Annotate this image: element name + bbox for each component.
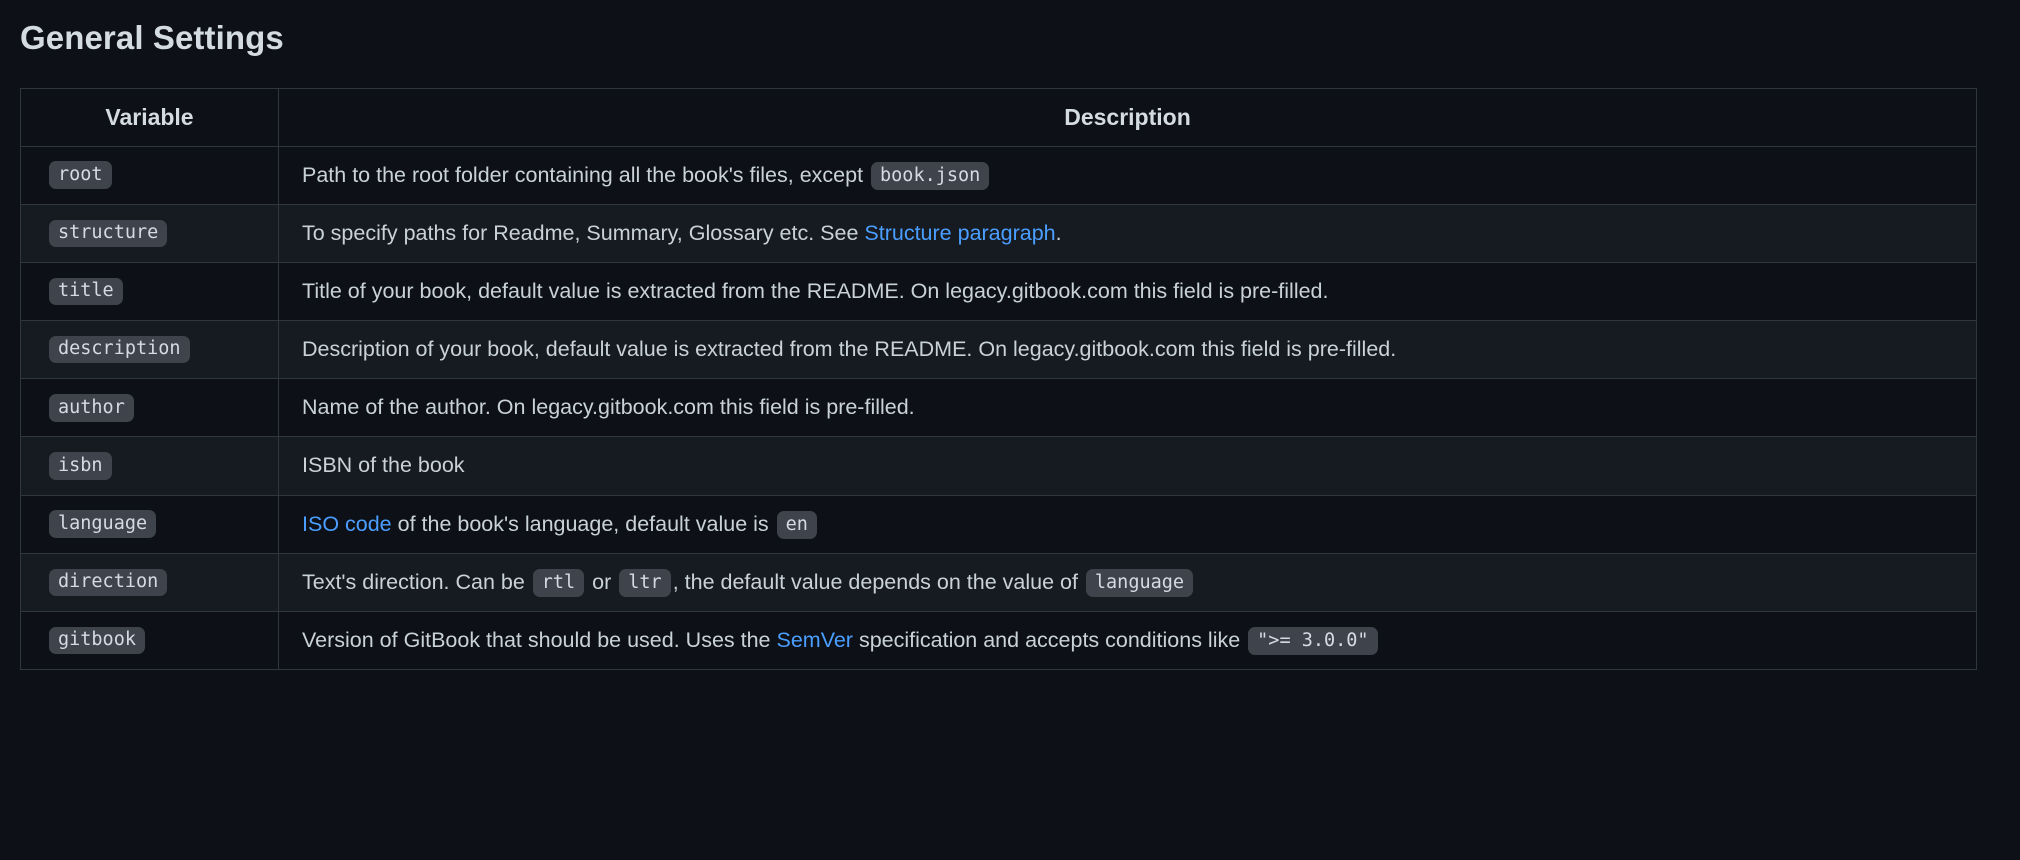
table-row: gitbook Version of GitBook that should be…	[21, 611, 1977, 669]
variable-cell: language	[21, 495, 279, 553]
description-text: Name of the author. On legacy.gitbook.co…	[302, 395, 915, 419]
variable-code-chip: direction	[49, 569, 167, 597]
variable-cell: gitbook	[21, 611, 279, 669]
table-row: direction Text's direction. Can be rtl or…	[21, 553, 1977, 611]
variable-cell: structure	[21, 204, 279, 262]
table-row: author Name of the author. On legacy.gitb…	[21, 379, 1977, 437]
description-text: Text's direction. Can be	[302, 570, 531, 594]
description-cell: ISBN of the book	[279, 437, 1977, 495]
variable-code-chip: description	[49, 336, 190, 364]
description-text: ISBN of the book	[302, 453, 465, 477]
page-container: General Settings Variable Description ro…	[0, 0, 2020, 670]
description-cell: Version of GitBook that should be used. …	[279, 611, 1977, 669]
column-header-description: Description	[279, 88, 1977, 146]
inline-code-chip: book.json	[871, 162, 989, 190]
description-text: Description of your book, default value …	[302, 337, 1396, 361]
table-header: Variable Description	[21, 88, 1977, 146]
variable-code-chip: gitbook	[49, 627, 145, 655]
column-header-variable: Variable	[21, 88, 279, 146]
description-text: Version of GitBook that should be used. …	[302, 628, 776, 652]
description-text: specification and accepts conditions lik…	[853, 628, 1246, 652]
description-cell: Name of the author. On legacy.gitbook.co…	[279, 379, 1977, 437]
description-text: Path to the root folder containing all t…	[302, 163, 869, 187]
table-row: language ISO code of the book's language,…	[21, 495, 1977, 553]
table-row: isbn ISBN of the book	[21, 437, 1977, 495]
description-link[interactable]: Structure paragraph	[864, 221, 1055, 245]
table-row: root Path to the root folder containing a…	[21, 146, 1977, 204]
table-row: title Title of your book, default value i…	[21, 262, 1977, 320]
variable-code-chip: title	[49, 278, 123, 306]
description-cell: Description of your book, default value …	[279, 321, 1977, 379]
description-text: of the book's language, default value is	[392, 512, 775, 536]
variable-code-chip: root	[49, 161, 112, 189]
variable-code-chip: language	[49, 510, 156, 538]
variable-cell: isbn	[21, 437, 279, 495]
description-cell: Title of your book, default value is ext…	[279, 262, 1977, 320]
inline-code-chip: rtl	[533, 569, 584, 597]
description-text: To specify paths for Readme, Summary, Gl…	[302, 221, 864, 245]
description-text: .	[1056, 221, 1062, 245]
table-body: root Path to the root folder containing a…	[21, 146, 1977, 670]
page-title: General Settings	[20, 18, 2000, 58]
variable-code-chip: isbn	[49, 452, 112, 480]
table-row: structure To specify paths for Readme, Su…	[21, 204, 1977, 262]
variable-cell: title	[21, 262, 279, 320]
table-row: description Description of your book, def…	[21, 321, 1977, 379]
description-text: , the default value depends on the value…	[673, 570, 1084, 594]
variable-code-chip: author	[49, 394, 134, 422]
variable-code-chip: structure	[49, 220, 167, 248]
variable-cell: root	[21, 146, 279, 204]
variable-cell: description	[21, 321, 279, 379]
inline-code-chip: ">= 3.0.0"	[1248, 627, 1377, 655]
description-cell: Text's direction. Can be rtl or ltr, the…	[279, 553, 1977, 611]
description-link[interactable]: ISO code	[302, 512, 392, 536]
description-cell: Path to the root folder containing all t…	[279, 146, 1977, 204]
inline-code-chip: ltr	[619, 569, 670, 597]
description-cell: ISO code of the book's language, default…	[279, 495, 1977, 553]
inline-code-chip: en	[777, 511, 817, 539]
description-text: or	[586, 570, 617, 594]
description-link[interactable]: SemVer	[776, 628, 852, 652]
description-text: Title of your book, default value is ext…	[302, 279, 1328, 303]
inline-code-chip: language	[1086, 569, 1193, 597]
variable-cell: author	[21, 379, 279, 437]
general-settings-table: Variable Description root Path to the roo…	[20, 88, 1977, 671]
table-header-row: Variable Description	[21, 88, 1977, 146]
description-cell: To specify paths for Readme, Summary, Gl…	[279, 204, 1977, 262]
variable-cell: direction	[21, 553, 279, 611]
